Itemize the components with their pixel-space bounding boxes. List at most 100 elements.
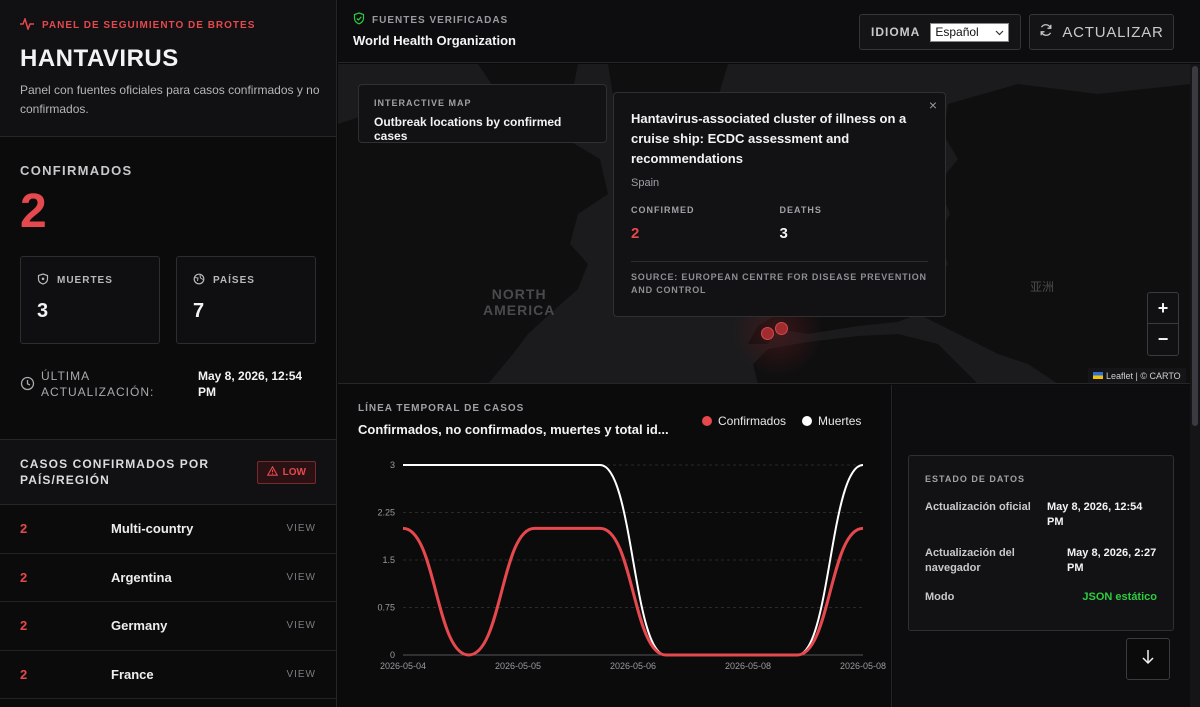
clock-icon (20, 368, 35, 400)
map-attribution[interactable]: Leaflet | © CARTO (1088, 368, 1186, 383)
zoom-control: + − (1147, 292, 1179, 356)
brand-kicker-row: PANEL DE SEGUIMIENTO DE BROTES (20, 16, 316, 33)
shield-icon (37, 273, 49, 288)
view-link[interactable]: VIEW (286, 572, 316, 583)
case-count: 2 (20, 569, 28, 585)
countries-card: PAÍSES 7 (176, 256, 316, 344)
brand-header: PANEL DE SEGUIMIENTO DE BROTES HANTAVIRU… (0, 0, 336, 137)
y-tick-label: 1.5 (382, 555, 395, 565)
y-tick-label: 3 (390, 460, 395, 470)
region-line-1: NORTH (491, 286, 547, 302)
pulse-icon (20, 16, 34, 33)
view-link[interactable]: VIEW (286, 620, 316, 631)
map-popup: × Hantavirus-associated cluster of illne… (613, 92, 946, 317)
zoom-in-button[interactable]: + (1148, 293, 1178, 324)
outbreak-marker[interactable] (775, 322, 788, 335)
data-status-card: ESTADO DE DATOS Actualización oficial Ma… (908, 455, 1174, 631)
case-row[interactable]: 2 Multi-country VIEW (0, 505, 336, 554)
source-name: World Health Organization (353, 33, 516, 48)
status-browser-row: Actualización del navegador May 8, 2026,… (925, 546, 1157, 576)
scroll-down-button[interactable] (1126, 638, 1170, 680)
x-tick-label: 2026-05-08 (840, 661, 886, 671)
map-card-title: Outbreak locations by confirmed cases (374, 115, 562, 143)
case-country: Germany (111, 618, 168, 634)
view-link[interactable]: VIEW (286, 669, 316, 680)
map-asia-label: 亚洲 (1030, 280, 1055, 294)
confirmed-label: CONFIRMADOS (20, 163, 133, 178)
zoom-out-button[interactable]: − (1148, 324, 1178, 355)
y-tick-label: 0.75 (377, 603, 395, 613)
popup-source: SOURCE: EUROPEAN CENTRE FOR DISEASE PREV… (631, 261, 928, 297)
outbreak-marker[interactable] (761, 327, 774, 340)
x-tick-label: 2026-05-06 (610, 661, 656, 671)
globe-icon (193, 273, 205, 288)
status-browser-label: Actualización del navegador (925, 547, 1015, 574)
popup-deaths-label: DEATHS (779, 205, 822, 215)
last-updated: ÚLTIMA ACTUALIZACIÓN: May 8, 2026, 12:54… (20, 368, 316, 400)
language-value: Español (935, 25, 979, 39)
y-tick-label: 0 (390, 650, 395, 660)
shield-check-icon (353, 12, 365, 28)
case-row[interactable]: 2 Germany VIEW (0, 602, 336, 651)
status-official-value: May 8, 2026, 12:54 PM (1047, 501, 1143, 528)
region-line-2: AMERICA (483, 302, 556, 318)
status-browser-value: May 8, 2026, 2:27 PM (1067, 547, 1157, 574)
case-count: 2 (20, 521, 28, 537)
page-title: HANTAVIRUS (20, 45, 179, 72)
timeline-panel: LÍNEA TEMPORAL DE CASOS Confirmados, no … (338, 385, 892, 707)
language-select[interactable]: Español (930, 22, 1009, 42)
severity-badge-label: LOW (282, 466, 306, 478)
status-mode-label: Modo (925, 591, 955, 603)
case-row[interactable]: 2 Argentina VIEW (0, 554, 336, 602)
data-status-area: ESTADO DE DATOS Actualización oficial Ma… (893, 385, 1190, 707)
deaths-label: MUERTES (57, 275, 113, 286)
outbreak-map[interactable]: NORTH AMERICA 亚洲 INTERACTIVE MAP Outbrea… (338, 64, 1190, 384)
last-updated-value: May 8, 2026, 12:54 PM (198, 369, 303, 399)
view-link[interactable]: VIEW (286, 523, 316, 534)
last-updated-label: ÚLTIMA ACTUALIZACIÓN: (41, 369, 155, 399)
timeline-chart: 0 0.75 1.5 2.25 3 2026-05-04 2026-05-05 2026-05… (377, 460, 886, 671)
deaths-card: MUERTES 3 (20, 256, 160, 344)
map-info-card: INTERACTIVE MAP Outbreak locations by co… (358, 84, 607, 143)
refresh-icon (1039, 23, 1053, 41)
verified-sources: FUENTES VERIFICADAS (353, 12, 508, 28)
sidebar: PANEL DE SEGUIMIENTO DE BROTES HANTAVIRU… (0, 0, 337, 707)
x-tick-label: 2026-05-08 (725, 661, 771, 671)
popup-confirmed-value: 2 (631, 225, 640, 242)
case-country: Argentina (111, 569, 172, 585)
language-picker: IDIOMA Español (859, 14, 1021, 50)
case-country: Multi-country (111, 521, 194, 537)
verified-sources-label: FUENTES VERIFICADAS (372, 14, 509, 26)
warning-icon (266, 465, 278, 479)
scrollbar-thumb[interactable] (1192, 66, 1198, 426)
arrow-down-icon (1141, 649, 1155, 670)
refresh-button[interactable]: ACTUALIZAR (1029, 14, 1174, 50)
refresh-label: ACTUALIZAR (1062, 23, 1164, 41)
deaths-value: 3 (37, 300, 49, 322)
series-line-confirmed (402, 526, 864, 657)
case-count: 2 (20, 666, 28, 682)
status-official-row: Actualización oficial May 8, 2026, 12:54… (925, 500, 1157, 530)
cases-header: CASOS CONFIRMADOS POR PAÍS/REGIÓN LOW (0, 440, 336, 505)
stats-section: CONFIRMADOS 2 MUERTES 3 PAÍSES 7 ÚLTIMA … (0, 137, 336, 440)
popup-confirmed-label: CONFIRMED (631, 205, 695, 215)
popup-confirmed: CONFIRMED 2 (631, 205, 780, 242)
top-bar: FUENTES VERIFICADAS World Health Organiz… (338, 0, 1200, 63)
status-mode-value: JSON estático (1082, 591, 1157, 603)
map-card-label: INTERACTIVE MAP (374, 98, 472, 108)
page-description: Panel con fuentes oficiales para casos c… (20, 83, 320, 116)
status-mode-row: Modo JSON estático (925, 590, 1157, 605)
case-row[interactable]: 2 France VIEW (0, 651, 336, 699)
cases-title: CASOS CONFIRMADOS POR PAÍS/REGIÓN (20, 457, 210, 487)
case-country: France (111, 666, 154, 682)
chevron-down-icon (995, 25, 1004, 39)
countries-value: 7 (193, 300, 205, 322)
popup-title: Hantavirus-associated cluster of illness… (631, 111, 907, 166)
severity-badge: LOW (256, 460, 316, 484)
status-official-label: Actualización oficial (925, 501, 1031, 513)
brand-kicker: PANEL DE SEGUIMIENTO DE BROTES (42, 20, 256, 31)
x-tick-label: 2026-05-05 (495, 661, 541, 671)
page-scrollbar[interactable] (1190, 64, 1200, 707)
close-icon[interactable]: × (929, 97, 937, 113)
cases-list: 2 Multi-country VIEW 2 Argentina VIEW 2 … (0, 505, 336, 699)
